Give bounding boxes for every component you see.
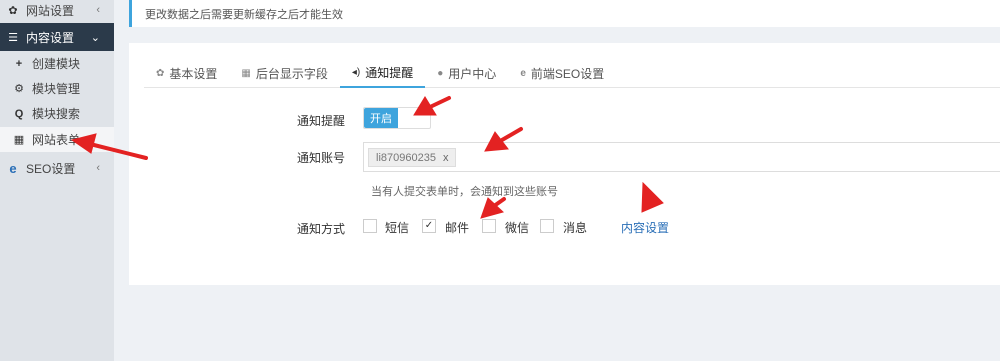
gear-icon: ✿ (8, 4, 18, 17)
gear-icon: ✿ (156, 67, 165, 79)
account-tags-input[interactable]: li870960235 x (363, 142, 1000, 172)
sidebar-item-label: 内容设置 (26, 30, 75, 45)
sms-checkbox[interactable] (363, 219, 377, 233)
table-icon: ▦ (13, 134, 25, 146)
content-settings-link[interactable]: 内容设置 (621, 219, 669, 236)
ie-icon: e (520, 67, 526, 79)
sidebar-item-label: SEO设置 (26, 161, 76, 176)
tab-label: 前端SEO设置 (530, 66, 605, 81)
settings-card: ✿ 基本设置 ▦ 后台显示字段 ◂) 通知提醒 ● 用户中心 e 前端SEO设置… (129, 43, 1000, 285)
sidebar-item-site-settings[interactable]: ✿ 网站设置 ‹ (0, 0, 114, 20)
account-help-text: 当有人提交表单时，会通知到这些账号 (371, 186, 558, 198)
sidebar-item-module-search[interactable]: Q 模块搜索 (0, 101, 114, 126)
account-label: 通知账号 (297, 151, 346, 165)
cogs-icon: ⚙ (14, 83, 24, 95)
sidebar-item-label: 创建模块 (32, 57, 81, 71)
sidebar: ✿ 网站设置 ‹ ☰ 内容设置 ⌄ + 创建模块 ⚙ 模块管理 Q 模块搜索 ▦… (0, 0, 114, 361)
tab-notification[interactable]: ◂) 通知提醒 (339, 58, 426, 88)
tab-frontend-seo[interactable]: e 前端SEO设置 (508, 58, 616, 88)
toggle-on-label: 开启 (364, 108, 398, 128)
sidebar-item-label: 网站表单 (32, 133, 81, 147)
tab-bar: ✿ 基本设置 ▦ 后台显示字段 ◂) 通知提醒 ● 用户中心 e 前端SEO设置 (144, 58, 1000, 88)
tab-label: 通知提醒 (365, 65, 414, 80)
sidebar-item-label: 模块管理 (32, 82, 81, 96)
chevron-left-icon: ‹ (96, 4, 100, 16)
account-tag-text: li870960235 (376, 151, 436, 164)
tab-label: 用户中心 (448, 66, 497, 81)
method-label: 通知方式 (297, 222, 346, 236)
notice-text: 更改数据之后需要更新缓存之后才能生效 (145, 8, 343, 21)
tab-label: 基本设置 (169, 66, 218, 81)
sidebar-item-module-manage[interactable]: ⚙ 模块管理 (0, 76, 114, 101)
wechat-checkbox[interactable] (482, 219, 496, 233)
remove-tag-icon[interactable]: x (443, 152, 449, 164)
user-icon: ● (437, 67, 444, 79)
sidebar-item-label: 模块搜索 (32, 107, 81, 121)
email-label: 邮件 (445, 221, 470, 235)
sidebar-item-label: 网站设置 (26, 3, 75, 18)
chevron-down-icon: ⌄ (90, 31, 100, 44)
ie-icon: e (9, 160, 17, 176)
notify-toggle[interactable]: 开启 (363, 107, 431, 129)
tab-label: 后台显示字段 (255, 66, 328, 81)
chevron-left-icon: ‹ (96, 162, 100, 174)
message-label: 消息 (563, 221, 588, 235)
volume-icon: ◂) (351, 66, 361, 78)
tab-admin-fields[interactable]: ▦ 后台显示字段 (229, 58, 339, 88)
notify-label: 通知提醒 (297, 114, 346, 128)
sms-label: 短信 (385, 221, 410, 235)
sidebar-item-content-settings[interactable]: ☰ 内容设置 ⌄ (0, 23, 114, 51)
wechat-label: 微信 (505, 221, 530, 235)
email-checkbox[interactable]: ✓ (422, 219, 436, 233)
tab-basic-settings[interactable]: ✿ 基本设置 (144, 58, 229, 88)
search-icon: Q (14, 107, 24, 120)
sidebar-item-site-form[interactable]: ▦ 网站表单 (0, 127, 114, 152)
plus-icon: + (15, 57, 23, 70)
sidebar-item-create-module[interactable]: + 创建模块 (0, 51, 114, 76)
table-icon: ▦ (241, 67, 251, 79)
menu-icon: ☰ (8, 31, 18, 44)
tab-user-center[interactable]: ● 用户中心 (425, 58, 508, 88)
account-tag: li870960235 x (368, 148, 457, 167)
sidebar-item-seo-settings[interactable]: e SEO设置 ‹ (0, 156, 114, 180)
notice-bar: 更改数据之后需要更新缓存之后才能生效 (129, 0, 1000, 27)
message-checkbox[interactable] (540, 219, 554, 233)
